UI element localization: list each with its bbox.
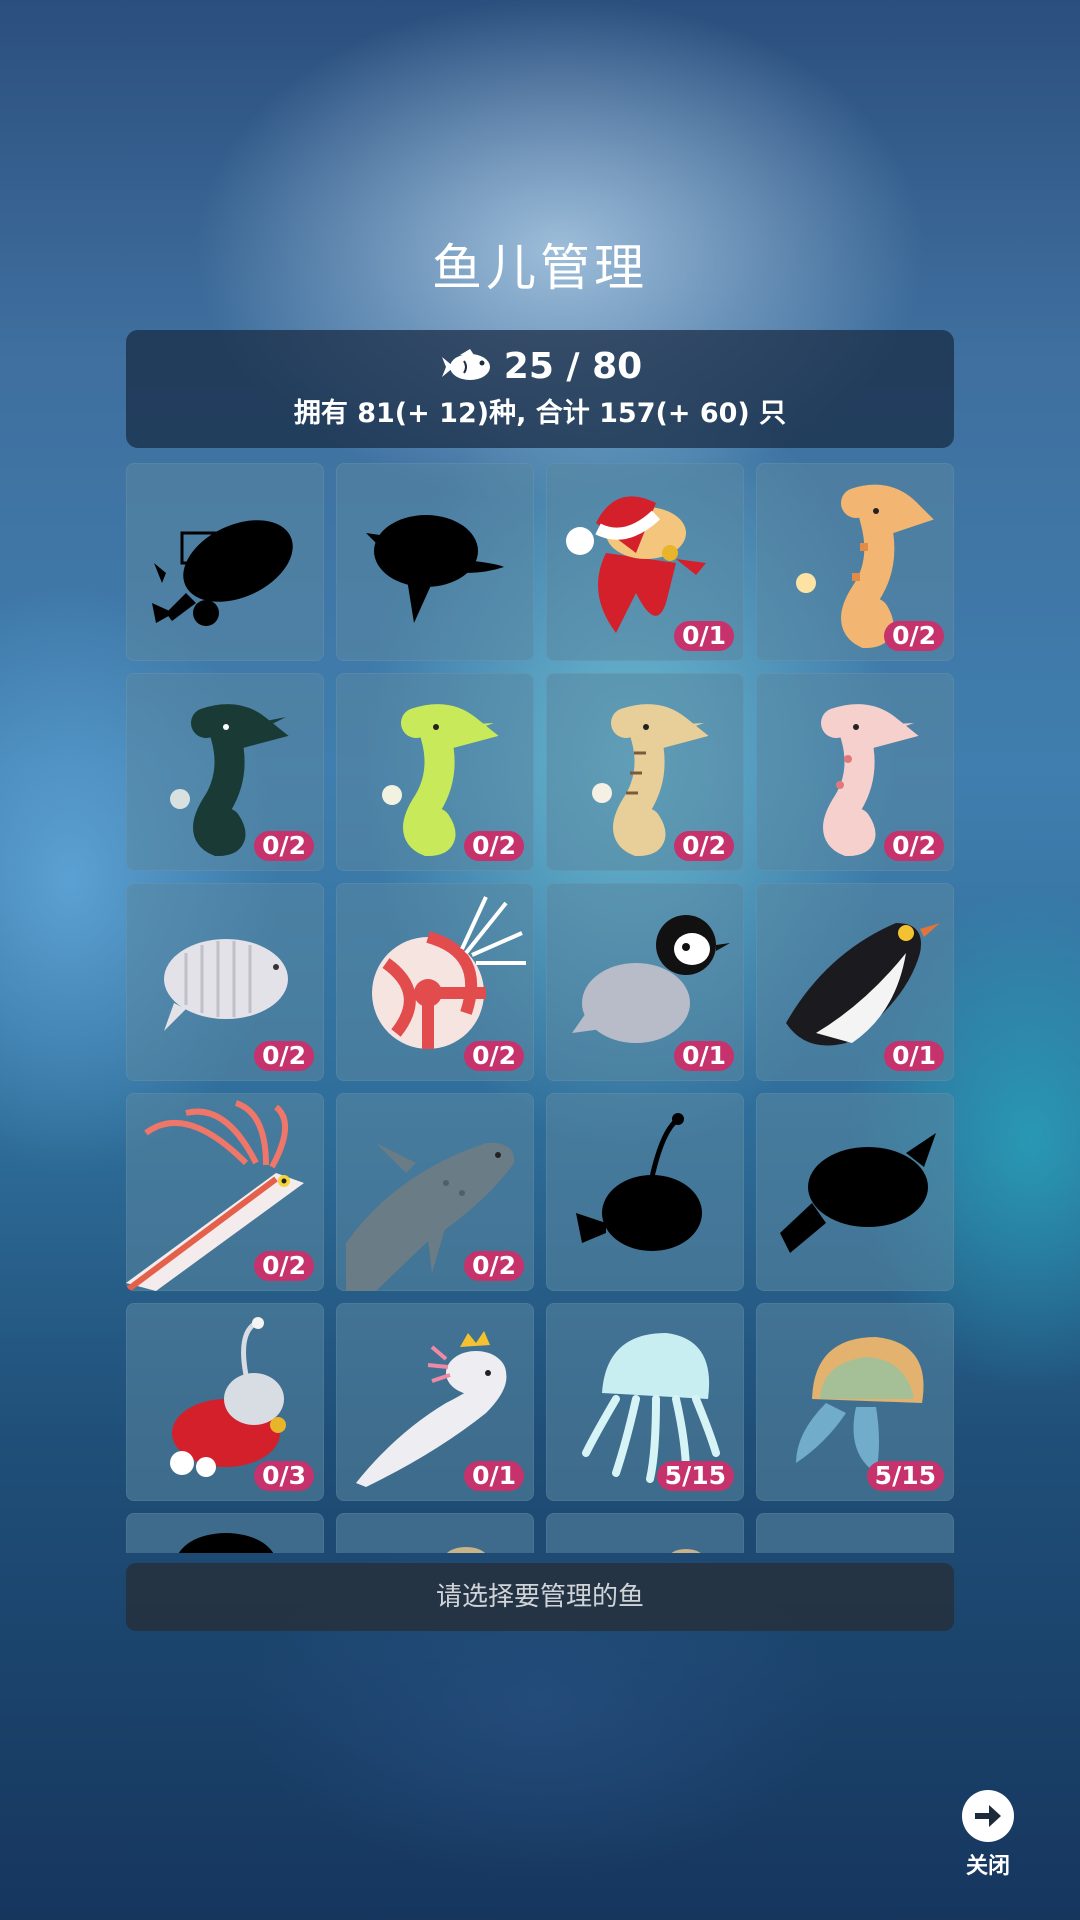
fish-card-axolotl[interactable]: 0/1 [336,1303,534,1501]
fish-count-badge: 0/2 [884,621,944,651]
silhouette-fish-icon [780,1133,936,1253]
silhouette-turtle-icon [366,515,504,623]
fish-card-nautilus[interactable]: 0/2 [336,883,534,1081]
fish-count-badge: 0/2 [464,1251,524,1281]
fish-count-badge: 0/2 [884,831,944,861]
fish-card-rainbow-jellyfish[interactable]: 5/15 [756,1303,954,1501]
fish-card-orange-seahorse[interactable]: 0/2 [756,463,954,661]
silhouette-fish-icon [152,520,293,626]
fish-count-badge: 0/2 [254,1251,314,1281]
selection-hint-bar: 请选择要管理的鱼 [126,1563,954,1631]
fish-count-badge: 0/2 [254,831,314,861]
fish-card-dark-seahorse[interactable]: 0/2 [126,673,324,871]
fish-icon [441,348,490,380]
fish-card-silhouette-2[interactable] [336,463,534,661]
fish-card-partial-1[interactable] [126,1513,324,1553]
fish-card-lime-seahorse[interactable]: 0/2 [336,673,534,871]
fish-count: 25 / 80 [503,346,643,387]
fish-count-badge: 5/15 [866,1461,944,1491]
fish-count-badge: 0/2 [464,831,524,861]
page-title: 鱼儿管理 [432,239,648,297]
fish-count-badge: 0/2 [464,1041,524,1071]
fish-count-badge: 0/1 [464,1461,524,1491]
collection-summary: 拥有 81(+ 12)种, 合计 157(+ 60) 只 [293,398,787,429]
fish-card-coelacanth[interactable]: 0/2 [336,1093,534,1291]
fish-card-baby-penguin[interactable]: 0/1 [546,883,744,1081]
fish-card-partial-3[interactable] [546,1513,744,1553]
fish-card-pink-seahorse[interactable]: 0/2 [756,673,954,871]
stats-panel: 25 / 80 拥有 81(+ 12)种, 合计 157(+ 60) 只 [126,330,954,448]
fish-card-oarfish[interactable]: 0/2 [126,1093,324,1291]
close-label: 关闭 [965,1854,1010,1879]
fish-grid: 0/1 0/2 0/2 0/2 0/2 0/2 0/2 0/2 0/1 0/1 … [126,463,954,1553]
fish-card-tan-seahorse[interactable]: 0/2 [546,673,744,871]
fish-card-santa-fish[interactable]: 0/1 [546,463,744,661]
fish-card-partial-4[interactable] [756,1513,954,1553]
fish-card-silhouette-anglerfish[interactable] [546,1093,744,1291]
fish-card-partial-2[interactable] [336,1513,534,1553]
fish-count-badge: 0/1 [674,621,734,651]
fish-count-badge: 0/2 [254,1041,314,1071]
fish-card-silhouette-1[interactable] [126,463,324,661]
fish-grid-scroll[interactable]: 0/1 0/2 0/2 0/2 0/2 0/2 0/2 0/2 0/1 0/1 … [126,463,954,1553]
fish-card-emperor-penguin[interactable]: 0/1 [756,883,954,1081]
fish-count-badge: 0/1 [884,1041,944,1071]
close-button[interactable]: 关闭 [955,1790,1021,1880]
silhouette-anglerfish-icon [576,1113,702,1251]
fish-card-santa-anglerfish[interactable]: 0/3 [126,1303,324,1501]
fish-card-silhouette-3[interactable] [756,1093,954,1291]
arrow-right-icon [962,1790,1014,1842]
fish-count-badge: 5/15 [656,1461,734,1491]
fish-card-isopod[interactable]: 0/2 [126,883,324,1081]
fish-count-badge: 0/1 [674,1041,734,1071]
fish-count-badge: 0/2 [674,831,734,861]
fish-card-moon-jellyfish[interactable]: 5/15 [546,1303,744,1501]
fish-count-badge: 0/3 [254,1461,314,1491]
